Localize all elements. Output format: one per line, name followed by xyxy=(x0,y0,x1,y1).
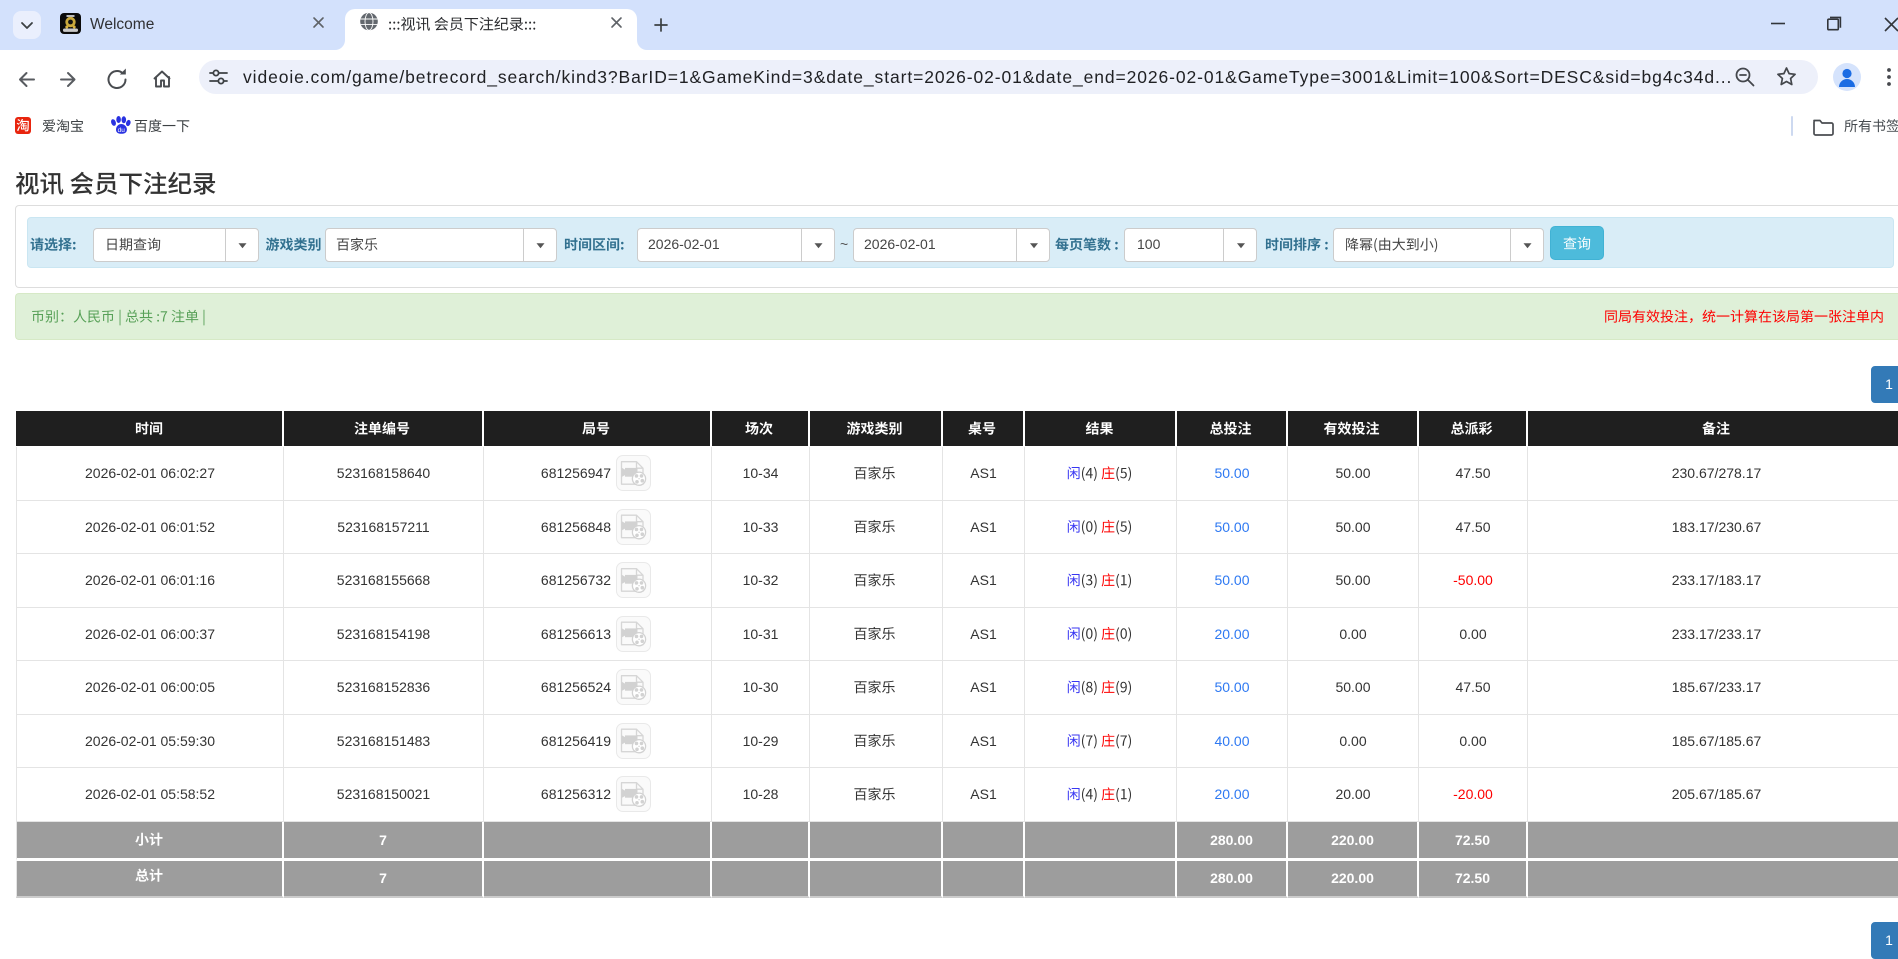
svg-text:du: du xyxy=(118,127,126,134)
